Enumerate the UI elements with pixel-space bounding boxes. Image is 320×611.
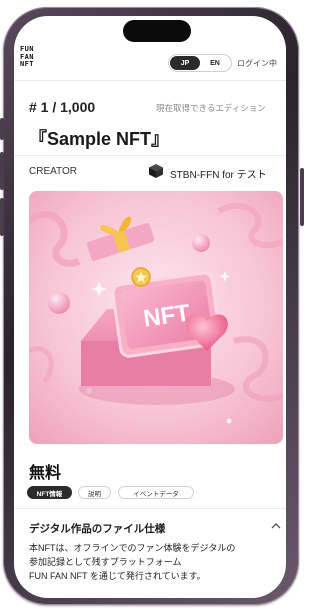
edition-count: # 1 / 1,000	[29, 99, 96, 115]
language-toggle: JP EN	[168, 54, 232, 72]
phone-side-button	[0, 198, 4, 236]
divider	[14, 155, 286, 156]
lang-en-button[interactable]: EN	[200, 56, 230, 70]
lang-jp-button[interactable]: JP	[170, 56, 200, 70]
edition-note: 現在取得できるエディション	[156, 103, 266, 113]
section-body: 本NFTは、オフラインでのファン体験をデジタルの 参加記録として残すプラットフォ…	[29, 541, 279, 583]
tab-event-data[interactable]: イベントデータ	[118, 486, 194, 499]
section-title[interactable]: デジタル作品のファイル仕様	[29, 521, 165, 536]
tabs-divider	[14, 508, 286, 509]
section-body-line: FUN FAN NFT を通じて発行されています。	[29, 571, 206, 581]
login-status[interactable]: ログイン中	[237, 58, 277, 69]
phone-side-button	[0, 118, 4, 140]
dynamic-island	[123, 20, 191, 42]
tab-description[interactable]: 説明	[78, 486, 111, 499]
nft-artwork-image: NFT	[29, 191, 283, 444]
chevron-up-icon[interactable]	[270, 521, 282, 531]
app-logo[interactable]: FUN FAN NFT	[20, 45, 34, 69]
logo-line: NFT	[20, 60, 34, 68]
phone-side-button	[0, 152, 4, 190]
creator-label: CREATOR	[29, 166, 77, 177]
header-divider	[14, 80, 286, 81]
phone-side-button	[300, 168, 304, 226]
section-body-line: 本NFTは、オフラインでのファン体験をデジタルの	[29, 543, 236, 553]
nft-title: 『Sample NFT』	[29, 129, 170, 149]
price: 無料	[29, 465, 62, 482]
nft-artwork[interactable]: NFT	[29, 191, 283, 444]
section-body-line: 参加記録として残すプラットフォーム	[29, 557, 182, 567]
cube-icon	[149, 164, 163, 178]
creator-name[interactable]: STBN-FFN for テスト	[170, 166, 267, 181]
tab-nft-info[interactable]: NFT情報	[27, 486, 72, 499]
